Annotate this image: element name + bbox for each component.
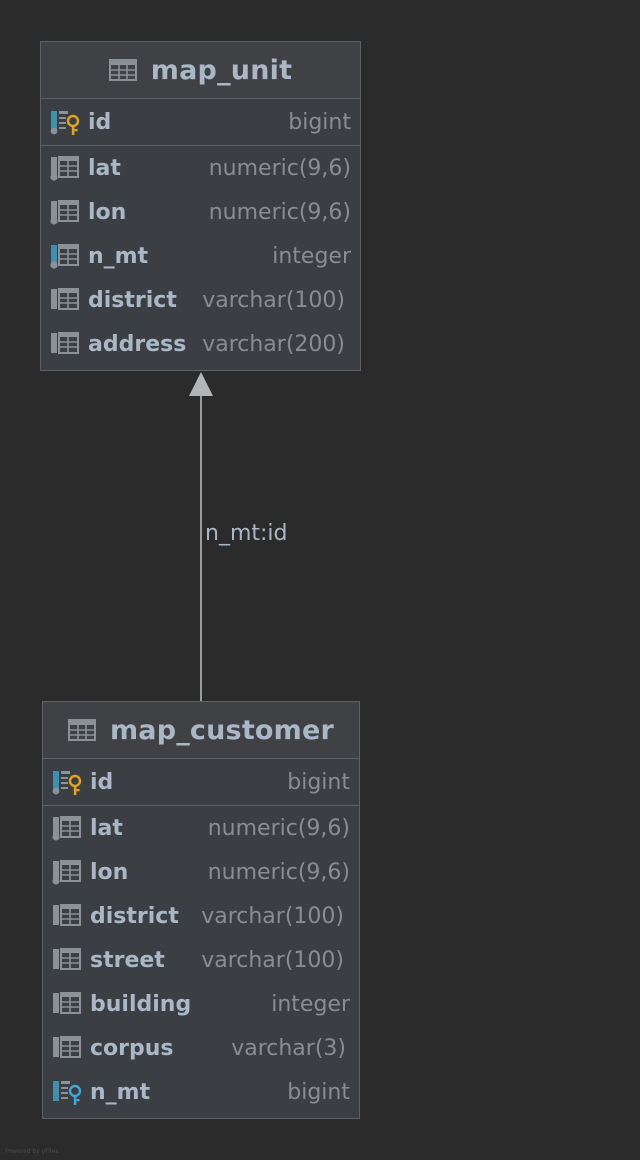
column-row[interactable]: street varchar(100) [43,938,359,982]
column-row[interactable]: district varchar(100) [43,894,359,938]
column-icon [51,332,79,354]
primary-key-section: id bigint [41,99,360,146]
column-name: building [90,991,192,1017]
column-name: corpus [90,1035,174,1061]
column-name: n_mt [88,243,149,269]
column-type: varchar(3) [231,1035,346,1061]
column-type: bigint [287,769,350,795]
indexed-column-icon [50,156,79,181]
column-type: bigint [287,1079,350,1105]
column-name: district [88,287,177,313]
column-name: lon [90,859,129,885]
indexed-column-icon [50,200,79,225]
watermark-text: Powered by yFiles [5,1148,59,1155]
column-icon [53,1036,81,1058]
arrowhead-icon [189,372,213,396]
column-row[interactable]: district varchar(100) [41,278,360,322]
table-title: map_unit [150,54,293,86]
column-type: numeric(9,6) [207,859,350,885]
column-row[interactable]: lat numeric(9,6) [43,806,359,850]
column-name: district [90,903,179,929]
column-list: lat numeric(9,6) lon numeric(9,6) [43,806,359,1114]
column-icon [53,992,81,1014]
column-row[interactable]: id bigint [41,99,360,145]
column-row[interactable]: building integer [43,982,359,1026]
column-name: lon [88,199,127,225]
foreign-key-column-icon [53,1081,82,1105]
primary-key-column-icon [52,771,82,795]
column-type: varchar(100) [202,287,345,313]
table-map-unit[interactable]: map_unit id bigint lat numeric(9,6) lon … [40,41,361,371]
column-type: varchar(200) [202,331,345,357]
column-type: integer [272,243,351,269]
table-icon [108,59,137,81]
column-row[interactable]: corpus varchar(3) [43,1026,359,1070]
column-row[interactable]: n_mt integer [41,234,360,278]
column-list: lat numeric(9,6) lon numeric(9,6) [41,146,360,366]
column-name: id [90,769,114,795]
relationship-label: n_mt:id [205,521,288,546]
table-header: map_unit [41,42,360,99]
column-type: bigint [288,109,351,135]
indexed-column-icon [50,244,79,269]
table-header: map_customer [43,702,359,759]
column-row[interactable]: lon numeric(9,6) [43,850,359,894]
column-icon [51,288,79,310]
column-type: numeric(9,6) [208,199,351,225]
primary-key-section: id bigint [43,759,359,806]
column-type: varchar(100) [201,903,344,929]
column-icon [53,904,81,926]
column-type: integer [271,991,350,1017]
column-icon [53,948,81,970]
column-row[interactable]: id bigint [43,759,359,805]
table-title: map_customer [109,714,335,746]
table-icon [67,719,96,741]
column-name: address [88,331,187,357]
column-type: varchar(100) [201,947,344,973]
column-type: numeric(9,6) [208,155,351,181]
primary-key-column-icon [50,111,80,135]
indexed-column-icon [52,860,81,885]
column-row[interactable]: lon numeric(9,6) [41,190,360,234]
indexed-column-icon [52,816,81,841]
column-row[interactable]: address varchar(200) [41,322,360,366]
table-map-customer[interactable]: map_customer id bigint lat numeric(9,6) … [42,701,360,1119]
column-name: id [88,109,112,135]
column-row[interactable]: n_mt bigint [43,1070,359,1114]
column-row[interactable]: lat numeric(9,6) [41,146,360,190]
column-name: street [90,947,165,973]
column-name: lat [90,815,123,841]
column-name: lat [88,155,121,181]
column-name: n_mt [90,1079,151,1105]
column-type: numeric(9,6) [207,815,350,841]
